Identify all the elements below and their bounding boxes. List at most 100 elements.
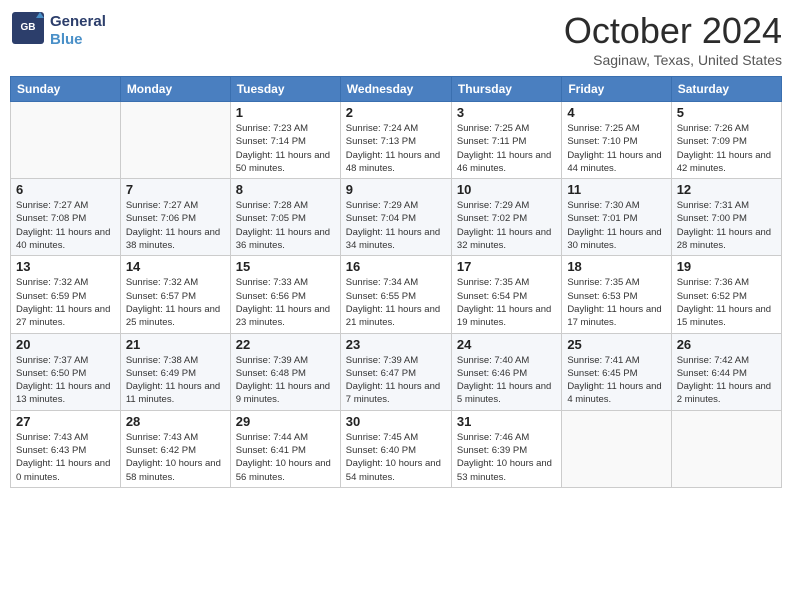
calendar-cell: 27 Sunrise: 7:43 AMSunset: 6:43 PMDayligh… [11,410,121,487]
day-header-sunday: Sunday [11,77,121,102]
day-info: Sunrise: 7:45 AMSunset: 6:40 PMDaylight:… [346,431,446,484]
calendar-cell: 23 Sunrise: 7:39 AMSunset: 6:47 PMDayligh… [340,333,451,410]
calendar-cell: 9Sunrise: 7:29 AMSunset: 7:04 PMDaylight… [340,179,451,256]
day-info: Sunrise: 7:29 AMSunset: 7:02 PMDaylight:… [457,199,556,252]
day-info: Sunrise: 7:38 AMSunset: 6:49 PMDaylight:… [126,354,225,407]
calendar-cell: 15 Sunrise: 7:33 AMSunset: 6:56 PMDayligh… [230,256,340,333]
day-info: Sunrise: 7:39 AMSunset: 6:47 PMDaylight:… [346,354,446,407]
day-info: Sunrise: 7:32 AMSunset: 6:57 PMDaylight:… [126,276,225,329]
day-number: 21 [126,337,225,352]
day-number: 12 [677,182,776,197]
logo-icon: GB [10,10,46,46]
day-number: 8 [236,182,335,197]
calendar-cell [671,410,781,487]
day-number: 22 [236,337,335,352]
calendar-cell: 25 Sunrise: 7:41 AMSunset: 6:45 PMDayligh… [562,333,671,410]
calendar-cell: 12 Sunrise: 7:31 AMSunset: 7:00 PMDayligh… [671,179,781,256]
day-number: 16 [346,259,446,274]
day-number: 31 [457,414,556,429]
day-number: 14 [126,259,225,274]
calendar-cell [11,102,121,179]
calendar-cell: 30 Sunrise: 7:45 AMSunset: 6:40 PMDayligh… [340,410,451,487]
day-info: Sunrise: 7:36 AMSunset: 6:52 PMDaylight:… [677,276,776,329]
day-info: Sunrise: 7:39 AMSunset: 6:48 PMDaylight:… [236,354,335,407]
page: GB General Blue October 2024 Saginaw, Te… [0,0,792,612]
day-header-tuesday: Tuesday [230,77,340,102]
calendar-cell: 31 Sunrise: 7:46 AMSunset: 6:39 PMDayligh… [451,410,561,487]
calendar-cell: 18 Sunrise: 7:35 AMSunset: 6:53 PMDayligh… [562,256,671,333]
title-section: October 2024 Saginaw, Texas, United Stat… [564,10,782,68]
day-info: Sunrise: 7:43 AMSunset: 6:43 PMDaylight:… [16,431,115,484]
calendar-cell: 11Sunrise: 7:30 AMSunset: 7:01 PMDayligh… [562,179,671,256]
calendar-cell: 14 Sunrise: 7:32 AMSunset: 6:57 PMDayligh… [120,256,230,333]
calendar-cell: 22 Sunrise: 7:39 AMSunset: 6:48 PMDayligh… [230,333,340,410]
day-number: 4 [567,105,665,120]
day-number: 3 [457,105,556,120]
calendar-cell: 28Sunrise: 7:43 AMSunset: 6:42 PMDayligh… [120,410,230,487]
day-number: 6 [16,182,115,197]
calendar-cell: 1Sunrise: 7:23 AMSunset: 7:14 PMDaylight… [230,102,340,179]
day-info: Sunrise: 7:40 AMSunset: 6:46 PMDaylight:… [457,354,556,407]
day-info: Sunrise: 7:25 AMSunset: 7:11 PMDaylight:… [457,122,556,175]
day-header-saturday: Saturday [671,77,781,102]
calendar-cell: 20 Sunrise: 7:37 AMSunset: 6:50 PMDayligh… [11,333,121,410]
day-number: 11 [567,182,665,197]
day-info: Sunrise: 7:23 AMSunset: 7:14 PMDaylight:… [236,122,335,175]
calendar-cell: 7Sunrise: 7:27 AMSunset: 7:06 PMDaylight… [120,179,230,256]
day-info: Sunrise: 7:34 AMSunset: 6:55 PMDaylight:… [346,276,446,329]
calendar-cell: 5 Sunrise: 7:26 AMSunset: 7:09 PMDaylight… [671,102,781,179]
day-info: Sunrise: 7:43 AMSunset: 6:42 PMDaylight:… [126,431,225,484]
day-info: Sunrise: 7:46 AMSunset: 6:39 PMDaylight:… [457,431,556,484]
day-number: 2 [346,105,446,120]
day-info: Sunrise: 7:32 AMSunset: 6:59 PMDaylight:… [16,276,115,329]
calendar-cell: 6 Sunrise: 7:27 AMSunset: 7:08 PMDaylight… [11,179,121,256]
calendar-week-row: 1Sunrise: 7:23 AMSunset: 7:14 PMDaylight… [11,102,782,179]
calendar-cell: 17 Sunrise: 7:35 AMSunset: 6:54 PMDayligh… [451,256,561,333]
month-title: October 2024 [564,10,782,52]
calendar-cell: 8Sunrise: 7:28 AMSunset: 7:05 PMDaylight… [230,179,340,256]
day-number: 18 [567,259,665,274]
day-info: Sunrise: 7:29 AMSunset: 7:04 PMDaylight:… [346,199,446,252]
day-number: 24 [457,337,556,352]
day-info: Sunrise: 7:31 AMSunset: 7:00 PMDaylight:… [677,199,776,252]
day-info: Sunrise: 7:37 AMSunset: 6:50 PMDaylight:… [16,354,115,407]
day-number: 5 [677,105,776,120]
day-number: 23 [346,337,446,352]
day-info: Sunrise: 7:35 AMSunset: 6:53 PMDaylight:… [567,276,665,329]
day-number: 10 [457,182,556,197]
calendar-week-row: 6 Sunrise: 7:27 AMSunset: 7:08 PMDaylight… [11,179,782,256]
day-info: Sunrise: 7:33 AMSunset: 6:56 PMDaylight:… [236,276,335,329]
day-number: 15 [236,259,335,274]
calendar-cell: 2 Sunrise: 7:24 AMSunset: 7:13 PMDaylight… [340,102,451,179]
calendar-cell: 24 Sunrise: 7:40 AMSunset: 6:46 PMDayligh… [451,333,561,410]
day-header-thursday: Thursday [451,77,561,102]
day-number: 27 [16,414,115,429]
day-number: 25 [567,337,665,352]
day-info: Sunrise: 7:24 AMSunset: 7:13 PMDaylight:… [346,122,446,175]
day-info: Sunrise: 7:42 AMSunset: 6:44 PMDaylight:… [677,354,776,407]
day-info: Sunrise: 7:41 AMSunset: 6:45 PMDaylight:… [567,354,665,407]
calendar-cell [562,410,671,487]
day-number: 20 [16,337,115,352]
day-number: 13 [16,259,115,274]
calendar-cell: 3 Sunrise: 7:25 AMSunset: 7:11 PMDaylight… [451,102,561,179]
day-number: 30 [346,414,446,429]
header: GB General Blue October 2024 Saginaw, Te… [10,10,782,68]
day-info: Sunrise: 7:35 AMSunset: 6:54 PMDaylight:… [457,276,556,329]
location-title: Saginaw, Texas, United States [564,52,782,68]
day-header-wednesday: Wednesday [340,77,451,102]
calendar-cell: 4Sunrise: 7:25 AMSunset: 7:10 PMDaylight… [562,102,671,179]
calendar-header-row: SundayMondayTuesdayWednesdayThursdayFrid… [11,77,782,102]
logo: GB General Blue [10,10,106,51]
calendar-cell: 16 Sunrise: 7:34 AMSunset: 6:55 PMDayligh… [340,256,451,333]
day-info: Sunrise: 7:26 AMSunset: 7:09 PMDaylight:… [677,122,776,175]
calendar-cell: 29Sunrise: 7:44 AMSunset: 6:41 PMDayligh… [230,410,340,487]
calendar-cell [120,102,230,179]
logo-blue: Blue [50,31,106,49]
day-info: Sunrise: 7:27 AMSunset: 7:08 PMDaylight:… [16,199,115,252]
day-number: 17 [457,259,556,274]
day-number: 7 [126,182,225,197]
calendar-week-row: 13 Sunrise: 7:32 AMSunset: 6:59 PMDayligh… [11,256,782,333]
calendar-week-row: 27 Sunrise: 7:43 AMSunset: 6:43 PMDayligh… [11,410,782,487]
calendar-cell: 21 Sunrise: 7:38 AMSunset: 6:49 PMDayligh… [120,333,230,410]
